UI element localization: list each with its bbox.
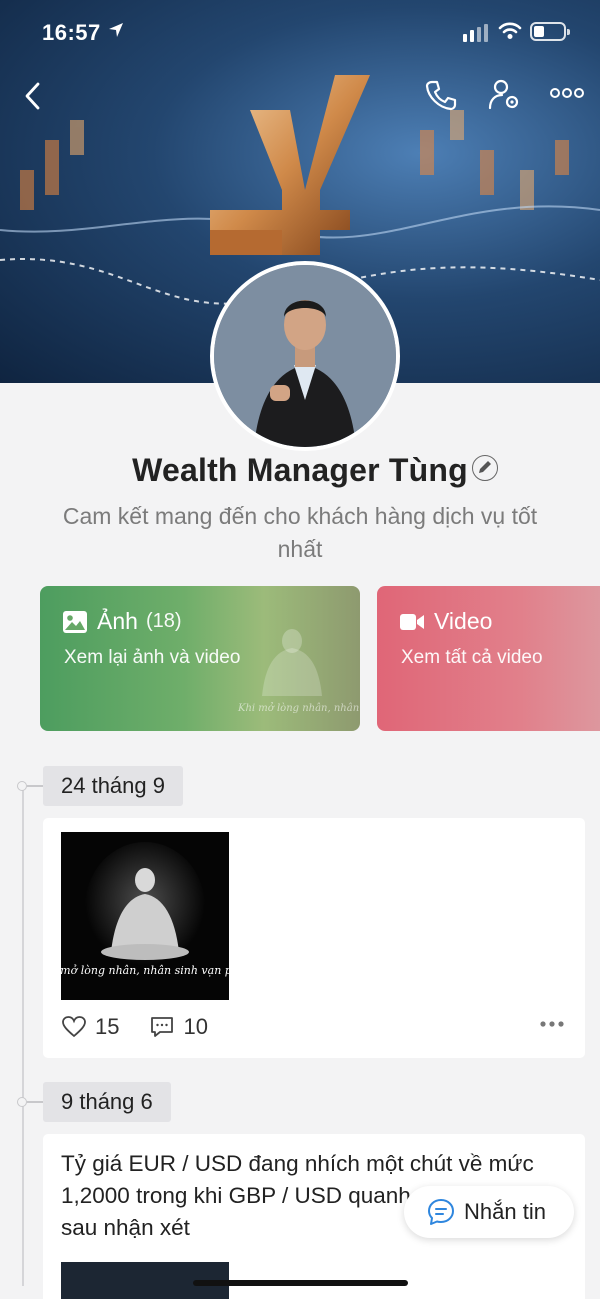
timeline-dot — [17, 1097, 27, 1107]
message-button-label: Nhắn tin — [464, 1199, 546, 1224]
photos-card-subtitle: Xem lại ảnh và video — [64, 647, 241, 668]
videos-card-subtitle: Xem tất cả video — [401, 647, 543, 668]
more-icon[interactable] — [550, 86, 584, 100]
videos-card-title: Video — [434, 608, 493, 634]
photos-card-title: Ảnh — [97, 608, 138, 634]
post-image[interactable]: Khi mở lòng nhân, nhân sinh vạn phúc — [61, 832, 229, 1000]
avatar-portrait — [214, 265, 396, 447]
timeline-dot — [17, 781, 27, 791]
image-icon — [63, 610, 87, 633]
photos-card-title-row: Ảnh (18) — [62, 608, 182, 635]
back-icon[interactable] — [20, 78, 48, 114]
post-actions: 15 10 — [61, 1014, 238, 1040]
comment-count: 10 — [183, 1014, 208, 1039]
timeline-post[interactable]: Khi mở lòng nhân, nhân sinh vạn phúc 15 … — [43, 818, 585, 1058]
profile-bio: Cam kết mang đến cho khách hàng dịch vụ … — [62, 503, 538, 562]
post-image-caption: Khi mở lòng nhân, nhân sinh vạn phúc — [61, 964, 229, 977]
videos-card[interactable]: Video Xem tất cả video — [377, 586, 600, 731]
photos-card-thumb-text: Khi mở lòng nhân, nhân sinh vạn phúc — [237, 703, 360, 714]
chat-icon — [428, 1199, 454, 1225]
videos-card-title-row: Video — [399, 608, 492, 635]
battery-icon — [530, 22, 570, 41]
photos-count: (18) — [145, 610, 182, 632]
timeline-line — [22, 786, 24, 1286]
phone-icon[interactable] — [424, 78, 458, 112]
video-icon — [400, 613, 424, 630]
user-settings-icon[interactable] — [488, 78, 522, 112]
date-chip: 9 tháng 6 — [43, 1082, 171, 1122]
heart-icon[interactable] — [61, 1015, 87, 1039]
post-more-icon[interactable] — [539, 1020, 565, 1028]
avatar[interactable] — [210, 261, 400, 451]
profile-name-row: Wealth Manager Tùng — [0, 452, 600, 489]
location-icon — [109, 23, 123, 37]
cellular-signal-icon — [463, 24, 488, 42]
home-indicator — [193, 1280, 408, 1286]
wifi-icon — [498, 22, 522, 39]
like-count: 15 — [95, 1014, 120, 1039]
edit-icon[interactable] — [472, 455, 498, 481]
profile-name: Wealth Manager Tùng — [132, 452, 468, 488]
buddha-image: Khi mở lòng nhân, nhân sinh vạn phúc — [61, 832, 229, 1000]
message-button[interactable]: Nhắn tin — [404, 1186, 574, 1238]
status-time: 16:57 — [42, 20, 101, 45]
date-chip: 24 tháng 9 — [43, 766, 183, 806]
status-bar: 16:57 — [0, 0, 600, 64]
photos-card[interactable]: Khi mở lòng nhân, nhân sinh vạn phúc Ảnh… — [40, 586, 360, 731]
comment-icon[interactable] — [149, 1015, 175, 1039]
photos-card-thumbnail: Khi mở lòng nhân, nhân sinh vạn phúc — [237, 629, 360, 714]
